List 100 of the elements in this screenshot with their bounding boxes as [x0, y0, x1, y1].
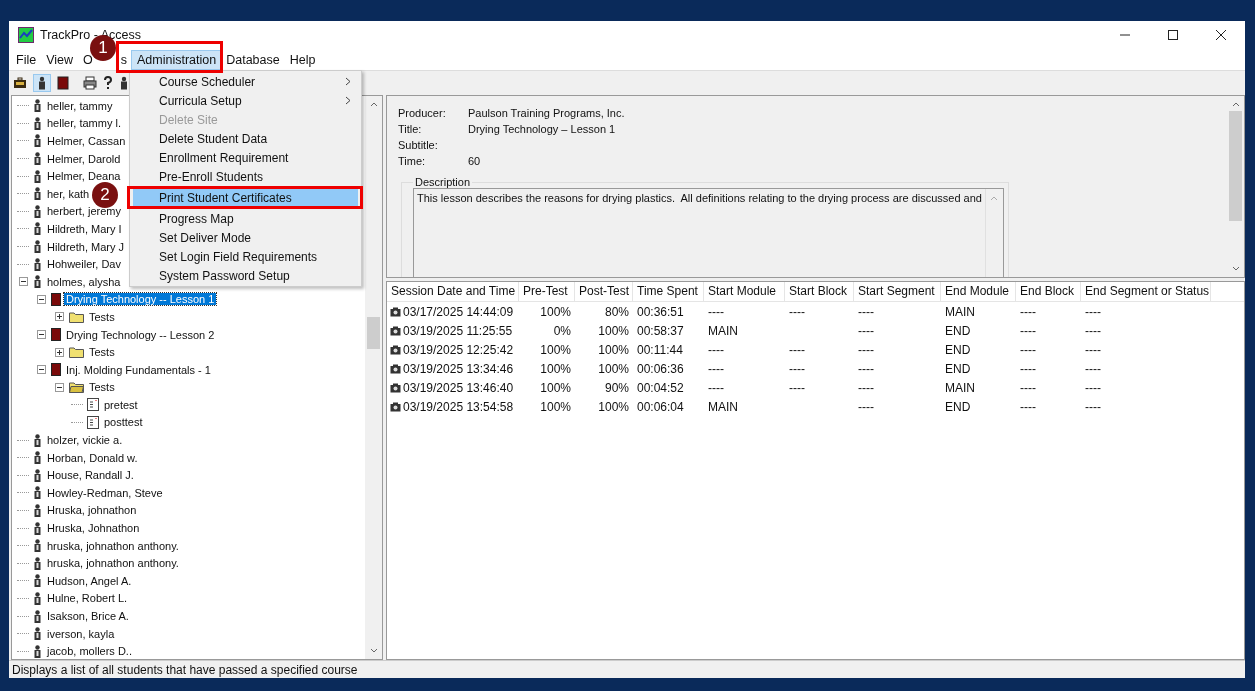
- table-cell: 03/19/2025 13:54:58: [403, 399, 514, 414]
- tree-item[interactable]: Hildreth, Mary I: [45, 222, 124, 235]
- field-value: Drying Technology – Lesson 1: [468, 123, 616, 137]
- tree-item[interactable]: hruska, johnathon anthony.: [45, 539, 181, 552]
- field-label: Producer:: [398, 107, 447, 121]
- tree-item[interactable]: Helmer, Darold: [45, 152, 123, 165]
- table-cell: ----: [708, 380, 724, 395]
- menu-item[interactable]: Administration: [132, 50, 222, 69]
- tree-item[interactable]: Helmer, Cassan: [45, 135, 128, 147]
- table-cell: MAIN: [945, 380, 975, 395]
- tree-item[interactable]: her, kath: [45, 187, 92, 200]
- field-label: Time:: [398, 155, 427, 169]
- tree-item[interactable]: posttest: [102, 416, 145, 429]
- column-header[interactable]: End Module: [941, 282, 1016, 301]
- menu-item[interactable]: O: [78, 50, 93, 69]
- tree-item[interactable]: Hohweiler, Dav: [45, 258, 123, 271]
- tree-item[interactable]: Drying Technology -- Lesson 1: [64, 293, 217, 306]
- table-cell: ----: [1020, 380, 1036, 395]
- table-cell: END: [945, 361, 971, 376]
- tree-item[interactable]: Drying Technology -- Lesson 2: [64, 328, 217, 341]
- tree-item[interactable]: Howley-Redman, Steve: [45, 486, 165, 499]
- table-cell: END: [945, 323, 971, 338]
- table-cell: ----: [1085, 380, 1101, 395]
- column-header[interactable]: End Segment or Status: [1081, 282, 1211, 301]
- menu-item[interactable]: Database: [221, 50, 285, 69]
- menu-option[interactable]: Delete Student Data: [130, 129, 361, 148]
- column-header[interactable]: End Block: [1016, 282, 1081, 301]
- menu-option[interactable]: Pre-Enroll Students: [130, 167, 361, 186]
- table-cell: ----: [708, 342, 724, 357]
- column-header[interactable]: Start Module: [704, 282, 785, 301]
- table-cell: ----: [789, 342, 805, 357]
- tree-item[interactable]: holmes, alysha: [45, 275, 123, 288]
- tree-item[interactable]: Isakson, Brice A.: [45, 610, 131, 622]
- table-cell: ----: [789, 361, 805, 376]
- table-cell: ----: [858, 304, 874, 319]
- tree-item[interactable]: iverson, kayla: [45, 627, 117, 640]
- table-cell: 100%: [540, 380, 571, 395]
- table-cell: ----: [1085, 323, 1101, 338]
- table-cell: ----: [1020, 323, 1036, 338]
- description-text: This lesson describes the reasons for drying plastics. All definitions relating to the drying process are discussed and: [416, 191, 983, 206]
- tree-item[interactable]: heller, tammy: [45, 99, 115, 112]
- menu-option[interactable]: Enrollment Requirement: [130, 148, 361, 167]
- table-cell: 03/19/2025 11:25:55: [403, 323, 513, 338]
- table-cell: ----: [1085, 342, 1101, 357]
- tree-item[interactable]: jacob, mollers D..: [45, 645, 134, 658]
- column-header[interactable]: Start Block: [785, 282, 854, 301]
- menu-option[interactable]: Course Scheduler: [130, 72, 361, 91]
- table-cell: 100%: [540, 361, 571, 376]
- menu-option[interactable]: System Password Setup: [130, 266, 361, 285]
- tree-item[interactable]: Horban, Donald w.: [45, 451, 140, 464]
- group-label: Description: [414, 176, 472, 188]
- table-cell: ----: [858, 323, 874, 338]
- column-header[interactable]: Post-Test: [575, 282, 633, 301]
- table-cell: 03/17/2025 14:44:09: [403, 304, 514, 319]
- tree-item[interactable]: Tests: [87, 381, 117, 394]
- tree-item[interactable]: heller, tammy l.: [45, 117, 123, 130]
- menu-option[interactable]: Curricula Setup: [130, 91, 361, 110]
- tree-item[interactable]: Tests: [87, 346, 117, 359]
- menu-option[interactable]: Set Login Field Requirements: [130, 247, 361, 266]
- table-cell: 100%: [598, 399, 629, 414]
- tree-item[interactable]: Tests: [87, 310, 117, 323]
- table-cell: ----: [1020, 304, 1036, 319]
- tree-item[interactable]: Inj. Molding Fundamentals - 1: [64, 363, 213, 376]
- column-header[interactable]: Time Spent: [633, 282, 704, 301]
- table-cell: MAIN: [708, 323, 738, 338]
- table-cell: END: [945, 342, 971, 357]
- tree-item[interactable]: Hruska, Johnathon: [45, 522, 142, 535]
- tree-item[interactable]: herbert, jeremy: [45, 205, 123, 218]
- table-cell: 00:36:51: [637, 304, 684, 319]
- field-label: Title:: [398, 123, 423, 137]
- tree-item[interactable]: hruska, johnathon anthony.: [45, 557, 181, 570]
- column-header[interactable]: Session Date and Time: [387, 282, 519, 301]
- tree-item[interactable]: Hudson, Angel A.: [45, 574, 134, 587]
- menu-item-fragment[interactable]: s: [120, 50, 132, 69]
- table-cell: 100%: [598, 342, 629, 357]
- menu-item[interactable]: Help: [284, 50, 321, 69]
- table-cell: 00:06:36: [637, 361, 684, 376]
- field-value: 60: [468, 155, 481, 169]
- tree-item[interactable]: Helmer, Deana: [45, 170, 123, 183]
- menu-option[interactable]: Set Deliver Mode: [130, 228, 361, 247]
- tree-item[interactable]: holzer, vickie a.: [45, 434, 125, 447]
- field-value: Paulson Training Programs, Inc.: [468, 107, 625, 121]
- table-cell: ----: [708, 361, 724, 376]
- table-cell: MAIN: [708, 399, 738, 414]
- tree-item[interactable]: House, Randall J.: [45, 469, 136, 482]
- menu-item[interactable]: File: [11, 50, 42, 69]
- column-header[interactable]: Start Segment: [854, 282, 941, 301]
- tree-item[interactable]: Hruska, johnathon: [45, 504, 139, 517]
- tree-item[interactable]: Hulne, Robert L.: [45, 592, 130, 605]
- field-label: Subtitle:: [398, 139, 439, 153]
- table-cell: 80%: [604, 304, 629, 319]
- table-cell: ----: [789, 380, 805, 395]
- table-cell: 03/19/2025 13:34:46: [403, 361, 514, 376]
- menu-item[interactable]: View: [41, 50, 79, 69]
- tree-item[interactable]: pretest: [102, 398, 140, 411]
- menu-option[interactable]: Progress Map: [130, 209, 361, 228]
- description-field[interactable]: This lesson describes the reasons for drying plastics. All definitions relating to the drying process are discussed and: [413, 188, 1004, 277]
- column-header[interactable]: Pre-Test: [519, 282, 575, 301]
- tree-item[interactable]: Hildreth, Mary J: [45, 240, 127, 253]
- table-cell: ----: [1085, 399, 1101, 414]
